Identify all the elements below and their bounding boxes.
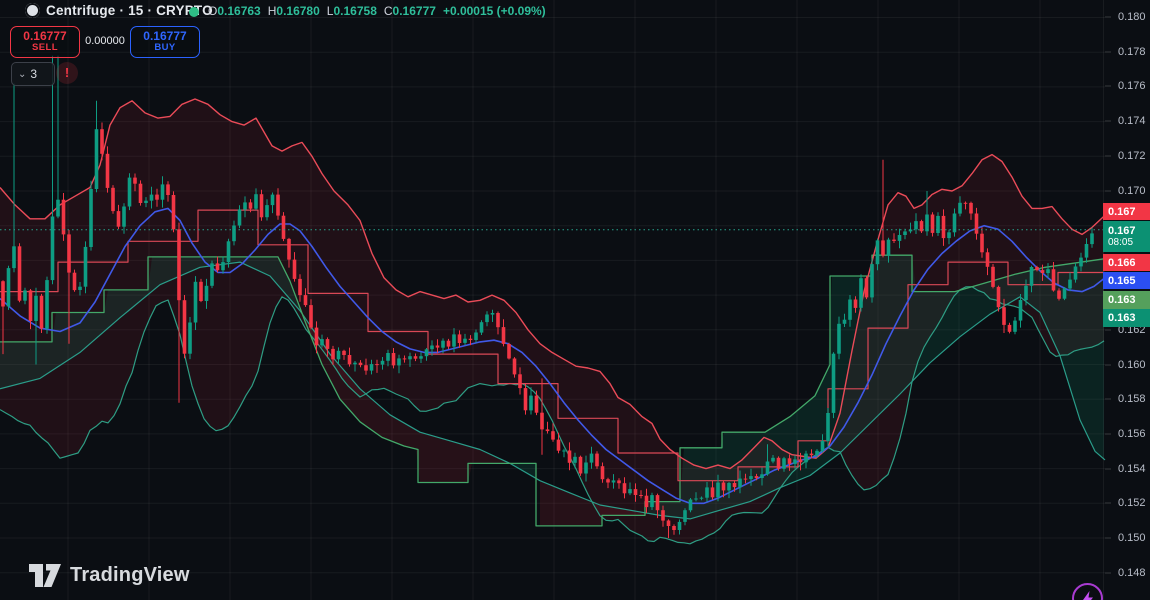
ohlc-readout: O0.16763 H0.16780 L0.16758 C0.16777 +0.0…: [208, 4, 546, 18]
collapse-count: 3: [30, 67, 38, 81]
price-axis-label: 0.152: [1118, 497, 1146, 509]
indicator-price-badge: 0.167: [1103, 203, 1150, 220]
tradingview-watermark[interactable]: TradingView: [28, 562, 190, 589]
buy-label: BUY: [154, 42, 176, 54]
indicator-price-badge: 0.163: [1103, 291, 1150, 309]
indicator-price-badge: 0.163: [1103, 309, 1150, 327]
buy-button[interactable]: 0.16777 BUY: [130, 26, 200, 58]
bar-countdown: 08:05: [1108, 237, 1134, 248]
sell-label: SELL: [32, 42, 58, 54]
price-axis-label: 0.154: [1118, 463, 1146, 475]
close-value: 0.16777: [392, 4, 436, 18]
candlestick-chart[interactable]: [0, 0, 1150, 600]
price-axis-label: 0.150: [1118, 532, 1146, 544]
price-axis-label: 0.170: [1118, 185, 1146, 197]
price-axis-label: 0.172: [1118, 150, 1146, 162]
price-axis-label: 0.158: [1118, 393, 1146, 405]
price-axis-label: 0.148: [1118, 567, 1146, 579]
sell-button[interactable]: 0.16777 SELL: [10, 26, 80, 58]
symbol-title[interactable]: Centrifuge · 15 · CRYPTO: [46, 3, 213, 18]
watermark-text: TradingView: [70, 564, 190, 586]
lightning-bolt-icon: [1082, 590, 1093, 600]
tradingview-logo-icon: [29, 564, 61, 587]
market-status-icon[interactable]: [189, 7, 199, 17]
symbol-logo-icon: [25, 3, 40, 18]
close-label: C: [383, 4, 393, 18]
object-tree-collapse-button[interactable]: ⌄ 3: [11, 62, 55, 86]
chevron-down-icon: ⌄: [18, 68, 27, 80]
tradingview-chart-window: Centrifuge · 15 · CRYPTO O0.16763 H0.167…: [0, 0, 1150, 600]
price-axis-label: 0.174: [1118, 115, 1146, 127]
price-axis[interactable]: 0.180 0.178 0.176 0.174 0.172 0.170 0.162 0.160…: [1103, 0, 1150, 600]
price-axis-label: 0.178: [1118, 46, 1146, 58]
spread-value: 0.00000: [85, 35, 125, 47]
high-value: 0.16780: [276, 4, 320, 18]
indicator-price-badge: 0.166: [1103, 254, 1150, 271]
open-label: O: [208, 4, 218, 18]
low-value: 0.16758: [333, 4, 377, 18]
alert-warning-icon[interactable]: !: [56, 62, 78, 84]
indicator-price-badge: 0.165: [1103, 272, 1150, 289]
change-value: +0.00015 (+0.09%): [442, 4, 546, 18]
open-value: 0.16763: [217, 4, 261, 18]
current-price-badge: 0.167 08:05: [1103, 221, 1150, 252]
price-axis-label: 0.160: [1118, 359, 1146, 371]
price-axis-label: 0.156: [1118, 428, 1146, 440]
chart-header: Centrifuge · 15 · CRYPTO O0.16763 H0.167…: [0, 0, 1150, 22]
price-axis-label: 0.176: [1118, 80, 1146, 92]
